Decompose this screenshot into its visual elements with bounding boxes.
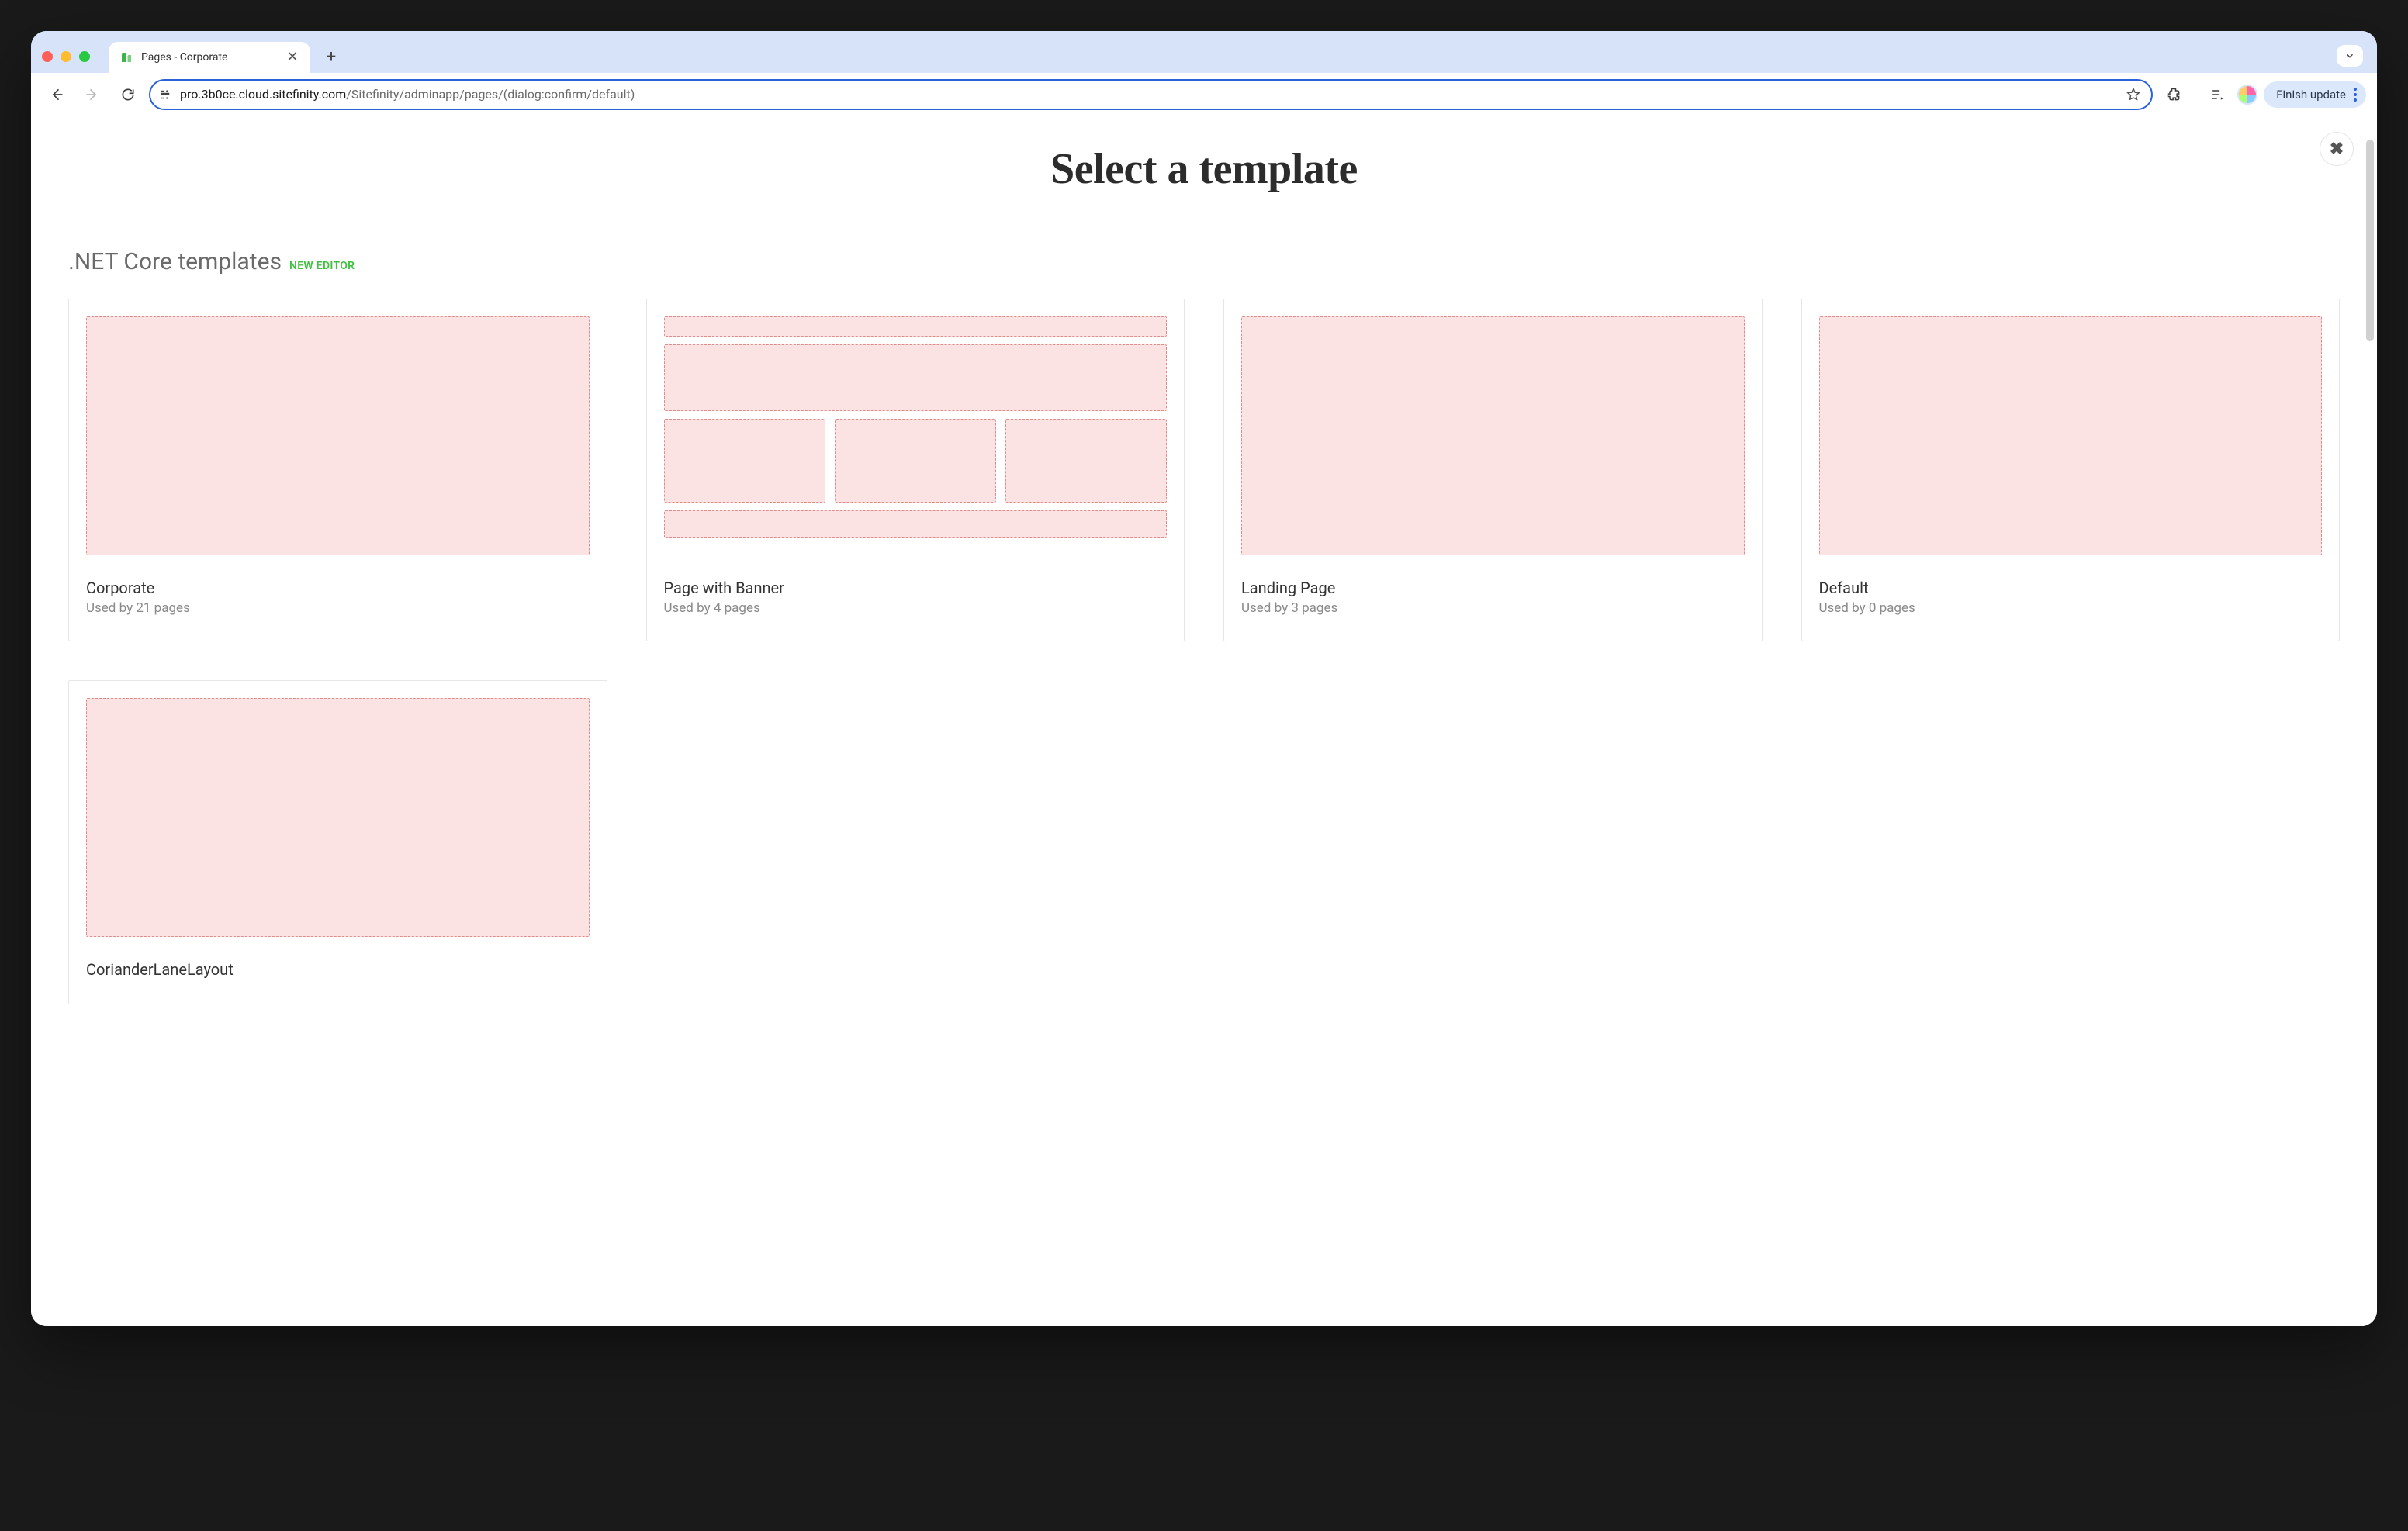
template-card[interactable]: Page with Banner Used by 4 pages — [646, 299, 1185, 641]
browser-tab[interactable]: Pages - Corporate ✕ — [109, 42, 310, 73]
nav-forward-button[interactable] — [78, 80, 107, 109]
url-host: pro.3b0ce.cloud.sitefinity.com — [180, 87, 346, 102]
template-thumbnail — [69, 681, 607, 945]
section-label: .NET Core templates — [68, 248, 282, 275]
tab-title: Pages - Corporate — [141, 51, 278, 64]
template-info: Corporate Used by 21 pages — [69, 563, 607, 641]
template-info: Landing Page Used by 3 pages — [1224, 563, 1762, 641]
template-usage: Used by 0 pages — [1819, 600, 2323, 616]
template-card[interactable]: Landing Page Used by 3 pages — [1223, 299, 1763, 641]
window-maximize-button[interactable] — [79, 51, 90, 62]
template-info: Default Used by 0 pages — [1802, 563, 2340, 641]
template-thumbnail — [1224, 299, 1762, 563]
template-name: Page with Banner — [664, 579, 1168, 597]
templates-section: .NET Core templates NEW EDITOR Corporate… — [31, 248, 2377, 1004]
nav-reload-button[interactable] — [113, 80, 143, 109]
template-name: CorianderLaneLayout — [86, 960, 590, 979]
template-usage: Used by 21 pages — [86, 600, 590, 616]
template-info: Page with Banner Used by 4 pages — [647, 563, 1185, 641]
media-control-icon[interactable] — [2202, 80, 2231, 109]
template-cards-grid: Corporate Used by 21 pages Page with Banne… — [68, 299, 2340, 1004]
url-text: pro.3b0ce.cloud.sitefinity.com/Sitefinit… — [180, 87, 2116, 102]
profile-avatar[interactable] — [2237, 85, 2258, 105]
site-info-icon[interactable] — [158, 88, 172, 102]
new-tab-button[interactable]: + — [318, 43, 344, 70]
template-info: CorianderLaneLayout — [69, 945, 607, 1004]
template-card[interactable]: Default Used by 0 pages — [1801, 299, 2341, 641]
template-name: Default — [1819, 579, 2323, 597]
template-name: Landing Page — [1241, 579, 1745, 597]
browser-toolbar: pro.3b0ce.cloud.sitefinity.com/Sitefinit… — [31, 73, 2377, 116]
template-usage: Used by 4 pages — [664, 600, 1168, 616]
section-heading: .NET Core templates NEW EDITOR — [68, 248, 2340, 275]
template-usage: Used by 3 pages — [1241, 600, 1745, 616]
tab-close-button[interactable]: ✕ — [285, 50, 299, 64]
template-card[interactable]: Corporate Used by 21 pages — [68, 299, 607, 641]
scrollbar[interactable] — [2366, 140, 2374, 341]
window-minimize-button[interactable] — [61, 51, 71, 62]
template-thumbnail — [69, 299, 607, 563]
address-bar[interactable]: pro.3b0ce.cloud.sitefinity.com/Sitefinit… — [149, 79, 2153, 110]
window-controls — [42, 51, 90, 62]
tabs-dropdown-button[interactable] — [2337, 45, 2363, 67]
template-name: Corporate — [86, 579, 590, 597]
finish-update-label: Finish update — [2276, 88, 2346, 102]
browser-chrome: Pages - Corporate ✕ + — [31, 31, 2377, 116]
bookmark-star-icon[interactable] — [2123, 85, 2143, 105]
template-thumbnail — [647, 299, 1185, 563]
browser-window: Pages - Corporate ✕ + — [31, 31, 2377, 1326]
nav-back-button[interactable] — [42, 80, 71, 109]
window-close-button[interactable] — [42, 51, 53, 62]
close-dialog-button[interactable]: ✖ — [2320, 132, 2354, 166]
finish-update-button[interactable]: Finish update — [2264, 81, 2366, 108]
tab-strip: Pages - Corporate ✕ + — [31, 31, 2377, 73]
new-editor-badge: NEW EDITOR — [289, 260, 355, 272]
kebab-icon — [2354, 88, 2357, 102]
extensions-icon[interactable] — [2159, 80, 2188, 109]
sitefinity-favicon-icon — [119, 50, 133, 64]
template-thumbnail — [1802, 299, 2340, 563]
url-path: /Sitefinity/adminapp/pages/(dialog:confi… — [346, 87, 635, 102]
dialog-content: ✖ Select a template .NET Core templates … — [31, 116, 2377, 1326]
page-title: Select a template — [31, 116, 2377, 194]
template-card[interactable]: CorianderLaneLayout — [68, 680, 607, 1004]
